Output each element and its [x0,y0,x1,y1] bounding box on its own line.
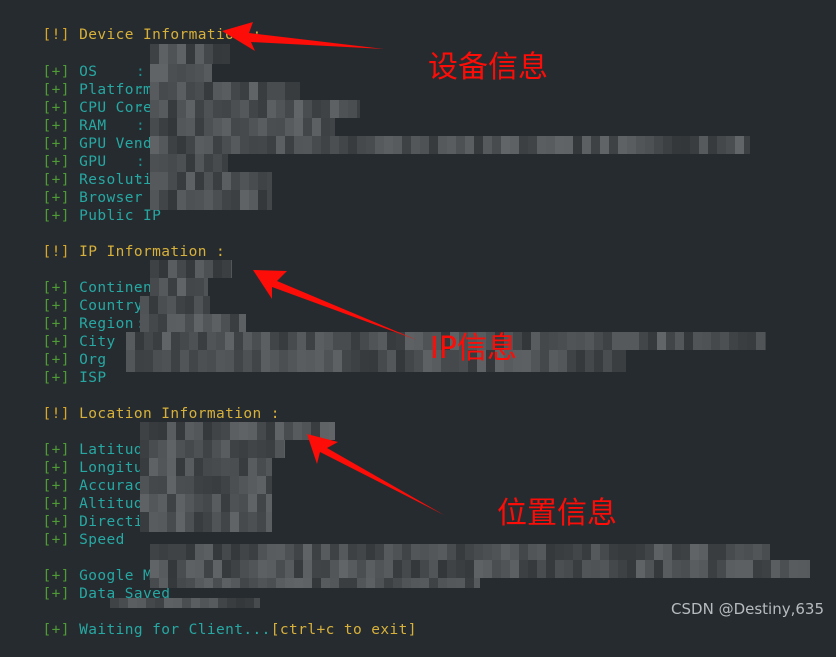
device-annotation: 设备信息 [428,50,548,85]
row-label: Speed [79,532,125,548]
section-header-label: Location Information : [79,406,280,422]
row-colon: : [136,352,146,368]
row-country: [+] Country [6,279,143,314]
row-region: [+] Region [6,297,134,332]
row-label: Public IP [79,208,162,224]
row-isp: [+] ISP [6,351,107,386]
row-resolution: [+] Resolution [6,153,170,188]
csdn-watermark: CSDN @Destiny,635 [671,600,824,618]
row-label: ISP [79,370,107,386]
terminal-window: [!] Device Information : [+] OS [+] Plat… [0,0,836,638]
warn-prefix-icon: [!] [42,244,70,260]
location-annotation: 位置信息 [497,496,617,531]
row-longitude: [+] Longitude [6,441,161,476]
ip-arrow-icon [253,270,417,340]
status-hint: [ctrl+c to exit] [270,622,417,638]
row-colon: : [136,298,146,314]
row-colon: : [136,118,146,134]
ok-prefix-icon: [+] [42,370,70,386]
row-platform: [+] Platform [6,63,152,98]
row-continent: [+] Continent [6,261,161,296]
row-colon: : [136,82,146,98]
row-gpu-vendor: [+] GPU Vendor [6,117,170,152]
row-colon: : [136,280,146,296]
row-colon: : [136,100,146,116]
ok-prefix-icon: [+] [42,622,70,638]
row-direction: [+] Direction [6,495,161,530]
redacted-location-values [140,422,340,532]
section-header-text [70,27,79,43]
row-latitude: [+] Latitude [6,423,152,458]
section-header-label: Device Information : [79,27,262,43]
status-line: [+] Waiting for Client...[ctrl+c to exit… [6,603,417,638]
row-os: [+] OS [6,45,97,80]
redacted-output-values [150,544,830,588]
row-colon: : [136,172,146,188]
row-google-maps: [+] Google Maps [6,549,180,584]
section-header-location-information: [!] Location Information : [6,387,280,422]
row-public-ip: [+] Public IP [6,189,161,224]
ok-prefix-icon: [+] [42,586,70,602]
row-data-saved: [+] Data Saved [6,567,170,602]
row-city: [+] City [6,315,116,350]
row-org: [+] Org [6,333,107,368]
row-ram: [+] RAM [6,99,107,134]
row-gpu: [+] GPU [6,135,107,170]
row-speed: [+] Speed [6,513,125,548]
ok-prefix-icon: [+] [42,208,70,224]
warn-prefix-icon: [!] [42,27,70,43]
status-message: Waiting for Client... [79,622,271,638]
location-arrow-icon [307,434,444,515]
row-colon: : [136,154,146,170]
row-colon: : [136,64,146,80]
row-colon: : [136,334,146,350]
row-altitude: [+] Altitude [6,477,152,512]
ok-prefix-icon: [+] [42,532,70,548]
row-colon: : [136,136,146,152]
row-colon: : [136,316,146,332]
section-header-label: IP Information : [79,244,226,260]
row-accuracy: [+] Accuracy [6,459,152,494]
section-header-device-information: [!] Device Information : [6,8,262,43]
section-header-ip-information: [!] IP Information : [6,225,225,260]
row-label: Data Saved [79,586,171,602]
warn-prefix-icon: [!] [42,406,70,422]
ip-annotation: IP信息 [430,331,517,366]
row-browser: [+] Browser [6,171,143,206]
